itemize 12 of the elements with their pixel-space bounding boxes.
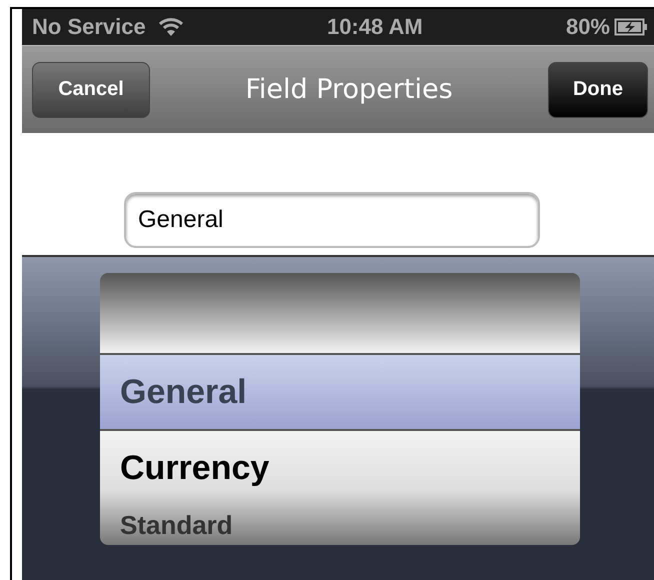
wifi-icon (158, 17, 184, 37)
cancel-button[interactable]: Cancel (32, 62, 150, 118)
picker-option[interactable]: Standard (100, 505, 580, 545)
picker-option[interactable]: General (100, 353, 580, 431)
text-field[interactable]: General (124, 192, 540, 248)
done-button[interactable]: Done (548, 62, 648, 118)
carrier-label: No Service (32, 14, 146, 40)
battery-icon (614, 17, 648, 37)
battery-percent: 80% (566, 14, 610, 40)
nav-title: Field Properties (245, 74, 453, 105)
picker-option[interactable]: Currency (100, 431, 580, 505)
clock-time: 10:48 AM (326, 14, 423, 40)
